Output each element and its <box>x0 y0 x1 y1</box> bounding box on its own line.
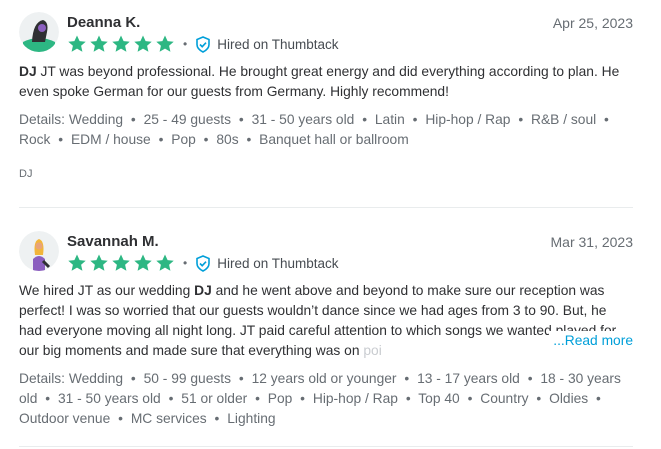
rating-row: • Hired on Thumbtack <box>67 253 339 273</box>
separator-dot: • <box>596 391 601 406</box>
detail-item: Pop <box>267 391 293 406</box>
separator-dot: • <box>405 391 411 406</box>
star-rating <box>67 253 177 273</box>
detail-item: 80s <box>216 132 239 147</box>
detail-item: 31 - 50 years old <box>57 391 161 406</box>
details-label: Details: <box>19 112 69 127</box>
hired-badge: Hired on Thumbtack <box>195 35 339 53</box>
separator-dot: • <box>58 132 64 147</box>
separator-dot: • <box>412 112 418 127</box>
details-label: Details: <box>19 371 69 386</box>
detail-item: 13 - 17 years old <box>417 371 520 386</box>
star-icon <box>68 35 86 52</box>
hired-badge: Hired on Thumbtack <box>195 254 339 272</box>
detail-item: Lighting <box>227 411 276 426</box>
separator-dot: • <box>183 37 188 51</box>
separator-dot: • <box>183 256 188 270</box>
review-details: Details: Wedding • 50 - 99 guests • 12 y… <box>19 369 633 429</box>
separator-dot: • <box>203 132 209 147</box>
detail-item: Wedding <box>68 112 124 127</box>
separator-dot: • <box>362 112 368 127</box>
separator-dot: • <box>518 112 524 127</box>
detail-item: Banquet hall or ballroom <box>259 132 409 147</box>
service-tag: DJ <box>19 168 33 180</box>
shield-check-icon <box>196 254 211 272</box>
reviewer-name: Deanna K. <box>67 14 141 31</box>
separator-dot: • <box>604 112 609 127</box>
review-date: Apr 25, 2023 <box>552 15 633 31</box>
rating-row: • Hired on Thumbtack <box>67 34 339 54</box>
star-icon <box>134 35 152 52</box>
separator-dot: • <box>404 371 410 386</box>
review-details: Details: Wedding • 25 - 49 guests • 31 -… <box>19 110 633 150</box>
star-icon <box>112 254 130 271</box>
reviewer-name: Savannah M. <box>67 233 159 250</box>
divider <box>19 446 633 447</box>
separator-dot: • <box>130 112 136 127</box>
detail-item: 51 or older <box>181 391 248 406</box>
detail-item: Latin <box>374 112 405 127</box>
detail-item: 25 - 49 guests <box>143 112 232 127</box>
review-keyword: DJ <box>194 283 212 298</box>
review-keyword: DJ <box>19 64 37 79</box>
detail-item: 31 - 50 years old <box>251 112 355 127</box>
review-fade: poi <box>363 343 382 358</box>
separator-dot: • <box>45 391 51 406</box>
star-icon <box>90 254 108 271</box>
detail-item: 50 - 99 guests <box>143 371 232 386</box>
detail-item: MC services <box>130 411 207 426</box>
separator-dot: • <box>246 132 252 147</box>
separator-dot: • <box>238 371 244 386</box>
detail-item: Oldies <box>549 391 589 406</box>
review-text: DJ JT was beyond professional. He brough… <box>19 62 633 102</box>
star-icon <box>134 254 152 271</box>
separator-dot: • <box>168 391 174 406</box>
separator-dot: • <box>300 391 306 406</box>
separator-dot: • <box>118 411 123 426</box>
detail-item: Country <box>480 391 529 406</box>
star-icon <box>156 35 174 52</box>
separator-dot: • <box>536 391 542 406</box>
divider <box>19 207 633 208</box>
review-date: Mar 31, 2023 <box>550 234 634 250</box>
separator-dot: • <box>238 112 244 127</box>
shield-check-icon <box>196 35 211 53</box>
detail-item: 12 years old or younger <box>251 371 397 386</box>
detail-item: EDM / house <box>70 132 151 147</box>
detail-item: Pop <box>171 132 196 147</box>
detail-item: Outdoor venue <box>19 411 111 426</box>
avatar[interactable] <box>19 231 59 271</box>
review-text: We hired JT as our wedding DJ and he wen… <box>19 281 633 361</box>
read-more-link[interactable]: ...Read more <box>549 331 633 351</box>
detail-item: Hip-hop / Rap <box>312 391 398 406</box>
star-icon <box>112 35 130 52</box>
separator-dot: • <box>255 391 260 406</box>
star-icon <box>90 35 108 52</box>
separator-dot: • <box>527 371 533 386</box>
detail-item: Top 40 <box>418 391 460 406</box>
review-body: We hired JT as our wedding <box>19 283 195 298</box>
separator-dot: • <box>158 132 164 147</box>
hired-label: Hired on Thumbtack <box>217 36 339 52</box>
detail-item: Hip-hop / Rap <box>425 112 511 127</box>
separator-dot: • <box>467 391 473 406</box>
star-icon <box>68 254 86 271</box>
star-rating <box>67 34 177 54</box>
hired-label: Hired on Thumbtack <box>217 255 339 271</box>
detail-item: Wedding <box>68 371 124 386</box>
review-body: JT was beyond professional. He brought g… <box>19 64 620 99</box>
separator-dot: • <box>130 371 136 386</box>
star-icon <box>156 254 174 271</box>
detail-item: Rock <box>19 132 51 147</box>
avatar[interactable] <box>19 12 59 52</box>
detail-item: R&B / soul <box>531 112 597 127</box>
separator-dot: • <box>214 411 220 426</box>
